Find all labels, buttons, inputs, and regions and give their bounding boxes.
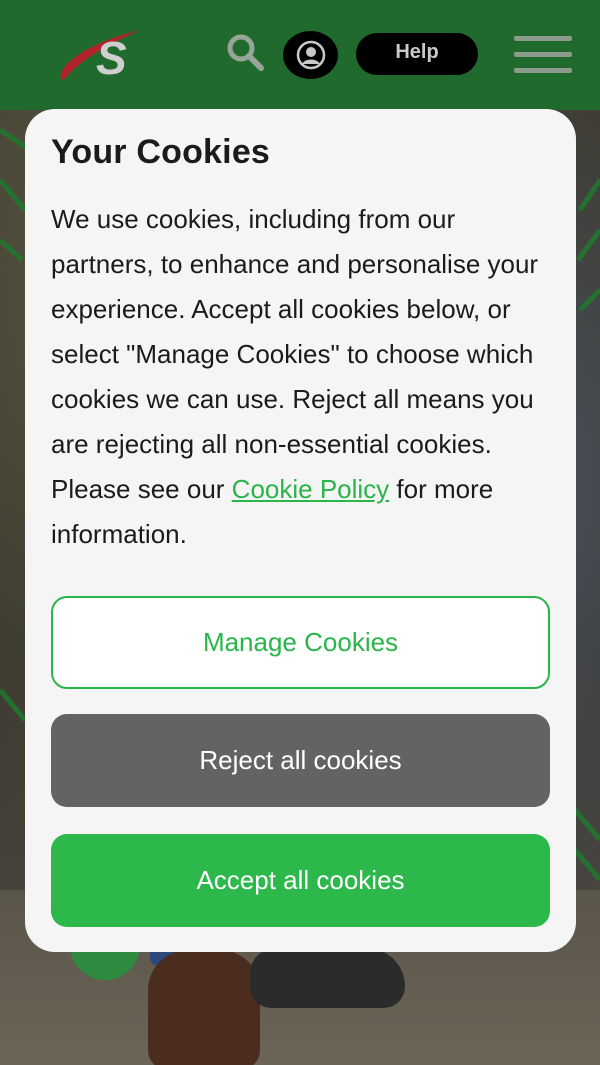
reject-all-cookies-button[interactable]: Reject all cookies: [51, 714, 550, 807]
manage-cookies-button[interactable]: Manage Cookies: [51, 596, 550, 689]
hamburger-menu-icon: [514, 36, 572, 41]
logo-letter: S: [96, 32, 127, 84]
cookie-consent-dialog: Your Cookies We use cookies, including f…: [25, 109, 576, 952]
logo-swoosh-icon: S: [60, 30, 140, 84]
shoe: [148, 950, 260, 1065]
cookie-policy-link[interactable]: Cookie Policy: [232, 474, 390, 504]
help-button[interactable]: Help: [356, 33, 478, 75]
dialog-body-text: We use cookies, including from our partn…: [51, 197, 556, 557]
search-icon: [227, 34, 264, 71]
shoe: [250, 948, 405, 1008]
accept-all-cookies-button[interactable]: Accept all cookies: [51, 834, 550, 927]
body-text: We use cookies, including from our partn…: [51, 204, 539, 504]
dialog-title: Your Cookies: [51, 133, 271, 171]
site-header: S Help: [0, 0, 600, 110]
account-button[interactable]: [283, 31, 338, 79]
site-logo[interactable]: S: [52, 22, 144, 86]
search-button[interactable]: [225, 32, 265, 72]
hamburger-menu-button[interactable]: [514, 36, 572, 74]
user-icon: [296, 40, 325, 70]
